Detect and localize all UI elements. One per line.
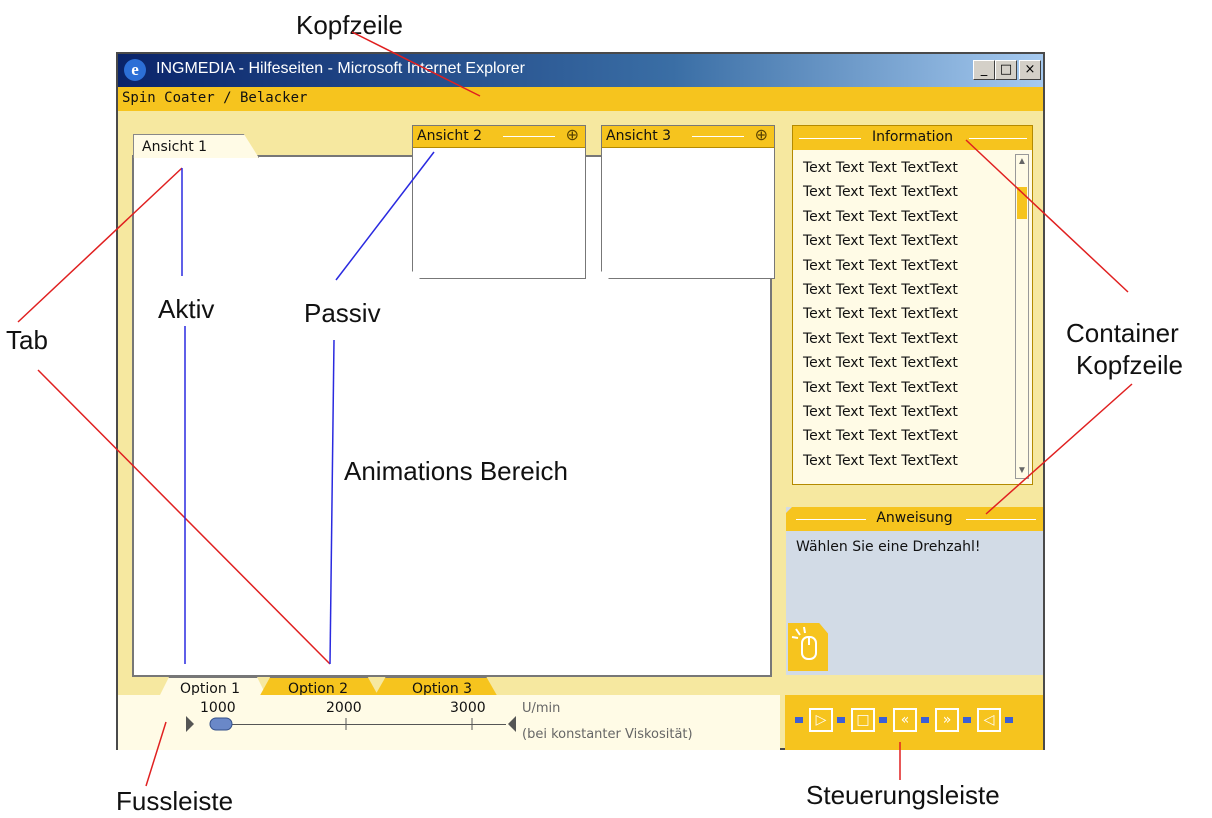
instruction-panel-header: Anweisung bbox=[786, 507, 1043, 531]
zoom-in-icon[interactable]: ⊕ bbox=[755, 128, 768, 144]
speaker-icon[interactable]: ◁ bbox=[977, 708, 1001, 732]
control-bar: ▷ □ « » ◁ bbox=[785, 695, 1043, 750]
view-ansicht-3-header: Ansicht 3 ⊕ bbox=[602, 126, 774, 148]
information-text-line: Text Text Text TextText bbox=[803, 452, 958, 469]
information-text-line: Text Text Text TextText bbox=[803, 233, 958, 250]
play-icon[interactable]: ▷ bbox=[809, 708, 833, 732]
label-container-line1: Container bbox=[1066, 318, 1179, 348]
header-divider bbox=[969, 138, 1027, 139]
information-text-line: Text Text Text TextText bbox=[803, 306, 958, 323]
zoom-in-icon[interactable]: ⊕ bbox=[566, 128, 579, 144]
slider-note: (bei konstanter Viskosität) bbox=[522, 727, 693, 742]
scrollbar-thumb[interactable] bbox=[1017, 187, 1027, 219]
information-panel: Information Text Text Text TextText Text … bbox=[792, 125, 1033, 485]
slider-left-arrow-icon[interactable] bbox=[186, 716, 194, 732]
information-scrollbar[interactable]: ▲ ▼ bbox=[1015, 154, 1029, 479]
label-tab: Tab bbox=[6, 325, 48, 355]
information-text-line: Text Text Text TextText bbox=[803, 428, 958, 445]
stop-icon[interactable]: □ bbox=[851, 708, 875, 732]
instruction-text: Wählen Sie eine Drehzahl! bbox=[796, 539, 981, 555]
slider-right-arrow-icon[interactable] bbox=[508, 716, 516, 732]
slider-thumb[interactable] bbox=[209, 717, 233, 731]
control-separator bbox=[963, 717, 971, 723]
label-aktiv: Aktiv bbox=[158, 294, 215, 324]
view-ansicht-2-title: Ansicht 2 bbox=[417, 128, 483, 144]
control-separator bbox=[879, 717, 887, 723]
information-text: Text Text Text TextText Text Text Text Te… bbox=[803, 160, 993, 477]
information-text-line: Text Text Text TextText bbox=[803, 160, 958, 176]
label-animations-bereich: Animations Bereich bbox=[344, 456, 568, 486]
window-titlebar[interactable]: e INGMEDIA - Hilfeseiten - Microsoft Int… bbox=[118, 54, 1043, 87]
fast-forward-icon[interactable]: » bbox=[935, 708, 959, 732]
information-text-line: Text Text Text TextText bbox=[803, 403, 958, 420]
information-panel-title: Information bbox=[871, 129, 954, 145]
information-text-line: Text Text Text TextText bbox=[803, 281, 958, 298]
label-fussleiste: Fussleiste bbox=[116, 786, 234, 816]
ie-logo-icon: e bbox=[124, 59, 146, 81]
header-divider bbox=[503, 136, 555, 137]
maximize-button[interactable]: □ bbox=[995, 60, 1017, 80]
browser-window: e INGMEDIA - Hilfeseiten - Microsoft Int… bbox=[116, 52, 1045, 750]
view-ansicht-2-header: Ansicht 2 ⊕ bbox=[413, 126, 585, 148]
mouse-icon bbox=[788, 623, 828, 671]
information-panel-header: Information bbox=[793, 126, 1032, 150]
close-button[interactable]: × bbox=[1019, 60, 1041, 80]
control-separator bbox=[1005, 717, 1013, 723]
information-text-line: Text Text Text TextText bbox=[803, 208, 958, 225]
tab-ansicht-1-label: Ansicht 1 bbox=[142, 139, 208, 155]
mouse-icon-graphic bbox=[791, 626, 817, 660]
view-ansicht-3-title: Ansicht 3 bbox=[606, 128, 672, 144]
view-ansicht-2[interactable]: Ansicht 2 ⊕ bbox=[412, 125, 586, 279]
rewind-icon[interactable]: « bbox=[893, 708, 917, 732]
view-ansicht-3[interactable]: Ansicht 3 ⊕ bbox=[601, 125, 775, 279]
label-passiv: Passiv bbox=[304, 298, 381, 328]
rpm-slider-graphic bbox=[186, 716, 516, 732]
control-separator bbox=[795, 717, 803, 723]
header-divider bbox=[966, 519, 1036, 520]
information-text-line: Text Text Text TextText bbox=[803, 184, 958, 201]
scroll-down-icon[interactable]: ▼ bbox=[1016, 464, 1028, 478]
header-divider bbox=[692, 136, 744, 137]
slider-unit: U/min bbox=[522, 701, 561, 716]
instruction-panel-title: Anweisung bbox=[876, 510, 953, 526]
label-container-line2: Kopfzeile bbox=[1076, 350, 1183, 380]
information-text-line: Text Text Text TextText bbox=[803, 257, 958, 274]
instruction-panel: Anweisung Wählen Sie eine Drehzahl! bbox=[786, 507, 1043, 675]
information-text-line: Text Text Text TextText bbox=[803, 330, 958, 347]
window-title: INGMEDIA - Hilfeseiten - Microsoft Inter… bbox=[156, 60, 525, 77]
control-separator bbox=[921, 717, 929, 723]
scroll-up-icon[interactable]: ▲ bbox=[1016, 155, 1028, 169]
information-text-line: Text Text Text TextText bbox=[803, 379, 958, 396]
minimize-button[interactable]: _ bbox=[973, 60, 995, 80]
control-separator bbox=[837, 717, 845, 723]
label-kopfzeile: Kopfzeile bbox=[296, 10, 403, 40]
information-text-line: Text Text Text TextText bbox=[803, 355, 958, 372]
label-steuerungsleiste: Steuerungsleiste bbox=[806, 780, 1000, 810]
app-header: Spin Coater / Belacker bbox=[118, 87, 1043, 111]
app-header-title: Spin Coater / Belacker bbox=[122, 90, 308, 106]
